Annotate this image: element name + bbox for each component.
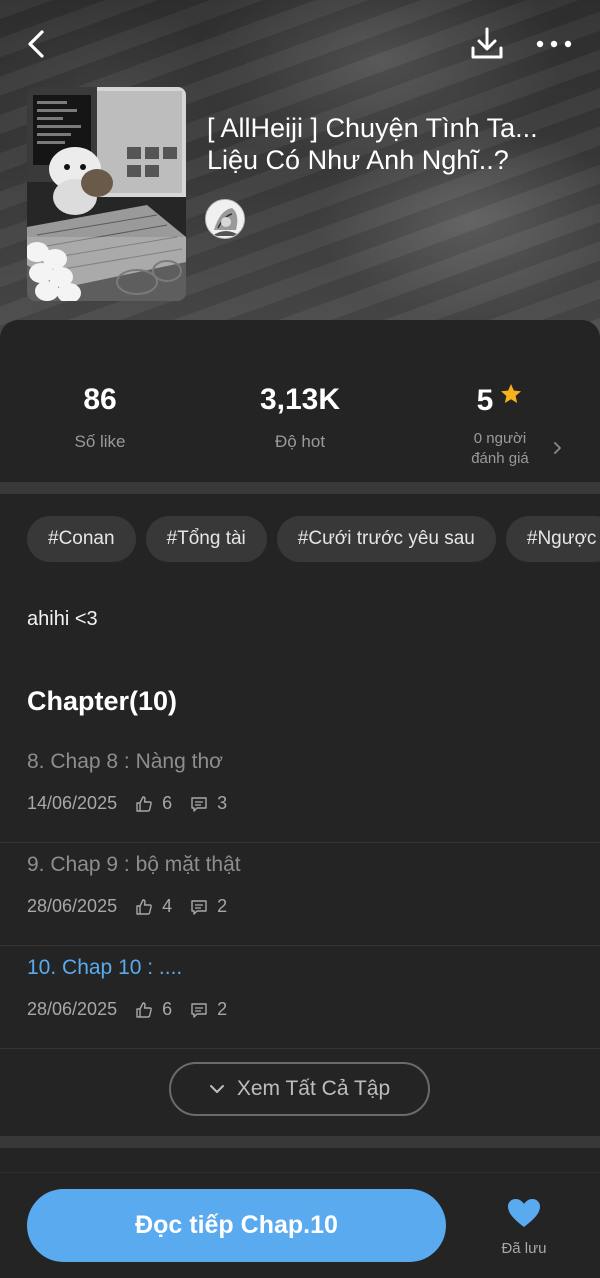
- continue-reading-button[interactable]: Đọc tiếp Chap.10: [27, 1189, 446, 1262]
- download-icon: [471, 27, 503, 59]
- story-title-block: [ AllHeiji ] Chuyện Tình Ta... Liệu Có N…: [207, 112, 587, 176]
- story-description: ahihi <3: [27, 608, 98, 630]
- stat-hot: 3,13K Độ hot: [200, 382, 400, 452]
- story-title: [ AllHeiji ] Chuyện Tình Ta... Liệu Có N…: [207, 113, 538, 175]
- thumbs-up-icon: [136, 898, 152, 915]
- rating-label-line2: đánh giá: [471, 450, 529, 467]
- chevron-down-icon: [209, 1085, 224, 1093]
- star-icon: [501, 384, 522, 403]
- tag-chip[interactable]: #Cưới trước yêu sau: [276, 516, 496, 562]
- bottom-action-bar: Đọc tiếp Chap.10 Đã lưu: [0, 1172, 600, 1278]
- chapter-item[interactable]: 10. Chap 10 : .... 28/06/2025 6 2: [0, 946, 600, 1049]
- rating-label-line1: 0 người: [473, 430, 527, 447]
- chapter-likes: 6: [162, 999, 173, 1019]
- rating-value-row: 5: [400, 382, 600, 419]
- chevron-left-icon: [28, 30, 44, 58]
- top-bar: [0, 24, 600, 64]
- chapter-likes: 4: [162, 896, 173, 916]
- likes-label: Số like: [74, 432, 126, 451]
- saved-label: Đã lưu: [501, 1240, 547, 1257]
- view-all-label: Xem Tất Cả Tập: [236, 1077, 391, 1100]
- tag-list: #Conan #Tổng tài #Cưới trước yêu sau #Ngược: [27, 516, 600, 562]
- stat-likes: 86 Số like: [0, 382, 200, 452]
- avatar-illustration: [206, 200, 244, 238]
- hot-label: Độ hot: [274, 432, 326, 451]
- cover-illustration: [27, 87, 186, 301]
- chapter-item[interactable]: 8. Chap 8 : Nàng thơ 14/06/2025 6 3: [0, 740, 600, 843]
- saved-button[interactable]: Đã lưu: [490, 1197, 558, 1257]
- stats-row: 86 Số like 3,13K Độ hot 5 0 người đánh g…: [0, 320, 600, 482]
- chapter-date: 28/06/2025: [27, 999, 118, 1019]
- section-divider: [0, 1136, 600, 1148]
- chapter-likes: 6: [162, 793, 173, 813]
- chapter-comments: 2: [217, 896, 228, 916]
- heart-icon: [508, 1199, 540, 1227]
- more-options-button[interactable]: [532, 28, 576, 60]
- hero-banner: [ AllHeiji ] Chuyện Tình Ta... Liệu Có N…: [0, 0, 600, 340]
- rating-value: 5: [476, 384, 494, 417]
- stat-rating[interactable]: 5 0 người đánh giá: [400, 382, 600, 469]
- rating-label: 0 người đánh giá: [400, 429, 600, 469]
- tag-chip[interactable]: #Tổng tài: [145, 516, 267, 562]
- chapter-date: 28/06/2025: [27, 896, 118, 916]
- comment-icon: [191, 1002, 207, 1018]
- comment-icon: [191, 899, 207, 915]
- comment-icon: [191, 796, 207, 812]
- more-horizontal-icon: [536, 40, 572, 48]
- thumbs-up-icon: [136, 1001, 152, 1018]
- chapter-title: 10. Chap 10 : ....: [27, 956, 183, 979]
- chevron-right-icon[interactable]: [552, 440, 564, 456]
- tag-chip[interactable]: #Ngược: [505, 516, 600, 562]
- section-divider: [0, 482, 600, 494]
- chapter-meta: 14/06/2025 6 3: [27, 793, 227, 814]
- story-detail-panel: 86 Số like 3,13K Độ hot 5 0 người đánh g…: [0, 320, 600, 1278]
- chapter-comments: 3: [217, 793, 228, 813]
- chapter-meta: 28/06/2025 4 2: [27, 896, 227, 917]
- hot-count: 3,13K: [259, 383, 341, 416]
- likes-count: 86: [83, 383, 117, 416]
- chapter-date: 14/06/2025: [27, 793, 118, 813]
- back-button[interactable]: [22, 26, 54, 62]
- chapter-title: 8. Chap 8 : Nàng thơ: [27, 750, 223, 773]
- chapters-header: Chapter(10): [27, 686, 178, 716]
- thumbs-up-icon: [136, 795, 152, 812]
- chapter-item[interactable]: 9. Chap 9 : bộ mặt thật 28/06/2025 4 2: [0, 843, 600, 946]
- story-cover-image[interactable]: [27, 87, 186, 301]
- download-button[interactable]: [467, 24, 507, 64]
- chapter-comments: 2: [217, 999, 228, 1019]
- tag-chip[interactable]: #Conan: [27, 516, 136, 562]
- chapter-meta: 28/06/2025 6 2: [27, 999, 227, 1020]
- chapter-title: 9. Chap 9 : bộ mặt thật: [27, 853, 241, 876]
- author-avatar[interactable]: [205, 199, 245, 239]
- view-all-chapters-button[interactable]: Xem Tất Cả Tập: [169, 1062, 430, 1116]
